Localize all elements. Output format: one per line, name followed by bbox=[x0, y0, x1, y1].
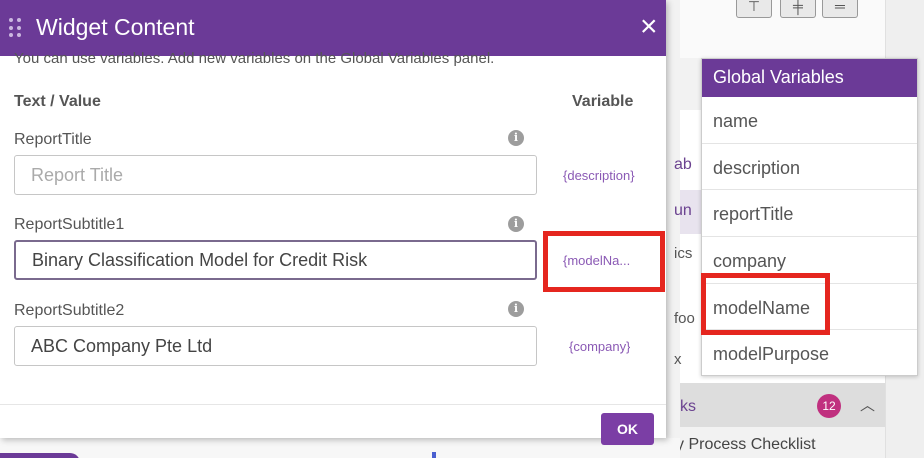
report-subtitle2-label: ReportSubtitle2 bbox=[14, 302, 125, 319]
highlight-box-variable bbox=[543, 231, 665, 292]
global-variables-title: Global Variables bbox=[702, 59, 917, 97]
tasks-section-header[interactable] bbox=[680, 383, 885, 427]
info-icon[interactable]: i bbox=[508, 301, 524, 317]
variables-hint: You can use variables. Add new variables… bbox=[14, 50, 495, 67]
align-center-tool[interactable]: ╪ bbox=[780, 0, 816, 18]
dialog-title: Widget Content bbox=[36, 14, 195, 40]
report-title-variable[interactable]: {description} bbox=[563, 168, 635, 183]
report-subtitle1-input[interactable] bbox=[14, 240, 537, 280]
drag-handle-icon[interactable] bbox=[9, 18, 21, 38]
report-subtitle1-label: ReportSubtitle1 bbox=[14, 216, 125, 233]
panel-text-fragment: ics bbox=[674, 245, 693, 262]
panel-text-fragment: x bbox=[674, 351, 682, 368]
info-icon[interactable]: i bbox=[508, 130, 524, 146]
widget-content-dialog: Widget Content × You can use variables. … bbox=[0, 0, 666, 445]
variable-item-reporttitle[interactable]: reportTitle bbox=[702, 190, 917, 238]
align-right-tool[interactable]: ═ bbox=[822, 0, 858, 18]
variable-column-header: Variable bbox=[572, 93, 634, 110]
report-subtitle2-variable[interactable]: {company} bbox=[569, 339, 630, 354]
panel-text-fragment: foo bbox=[674, 310, 695, 327]
checklist-item[interactable]: y Process Checklist bbox=[676, 436, 816, 454]
report-title-label: ReportTitle bbox=[14, 131, 92, 148]
panel-text-fragment: ab bbox=[674, 156, 692, 173]
chevron-up-icon[interactable]: ︿ bbox=[860, 394, 875, 415]
highlight-box-modelname bbox=[701, 273, 830, 335]
panel-text-fragment: un bbox=[674, 202, 692, 219]
text-value-column-header: Text / Value bbox=[14, 93, 101, 110]
toolbar-area: ⊤ ╪ ═ bbox=[680, 0, 885, 58]
report-title-input[interactable] bbox=[14, 155, 537, 195]
report-subtitle2-input[interactable] bbox=[14, 326, 537, 366]
close-icon[interactable]: × bbox=[640, 12, 668, 42]
tasks-count-badge: 12 bbox=[817, 394, 841, 418]
dialog-header[interactable]: Widget Content × bbox=[0, 0, 666, 56]
variable-item-name[interactable]: name bbox=[702, 97, 917, 144]
info-icon[interactable]: i bbox=[508, 216, 524, 232]
canvas-bottom bbox=[0, 438, 680, 458]
align-left-tool[interactable]: ⊤ bbox=[736, 0, 772, 18]
variable-item-modelpurpose[interactable]: modelPurpose bbox=[702, 330, 917, 377]
ok-button[interactable]: OK bbox=[601, 413, 654, 445]
tasks-section-label: ks bbox=[680, 398, 696, 415]
footer-divider bbox=[0, 404, 666, 405]
canvas-marker bbox=[432, 452, 436, 458]
page-tab[interactable] bbox=[0, 453, 80, 458]
variable-item-description[interactable]: description bbox=[702, 144, 917, 191]
